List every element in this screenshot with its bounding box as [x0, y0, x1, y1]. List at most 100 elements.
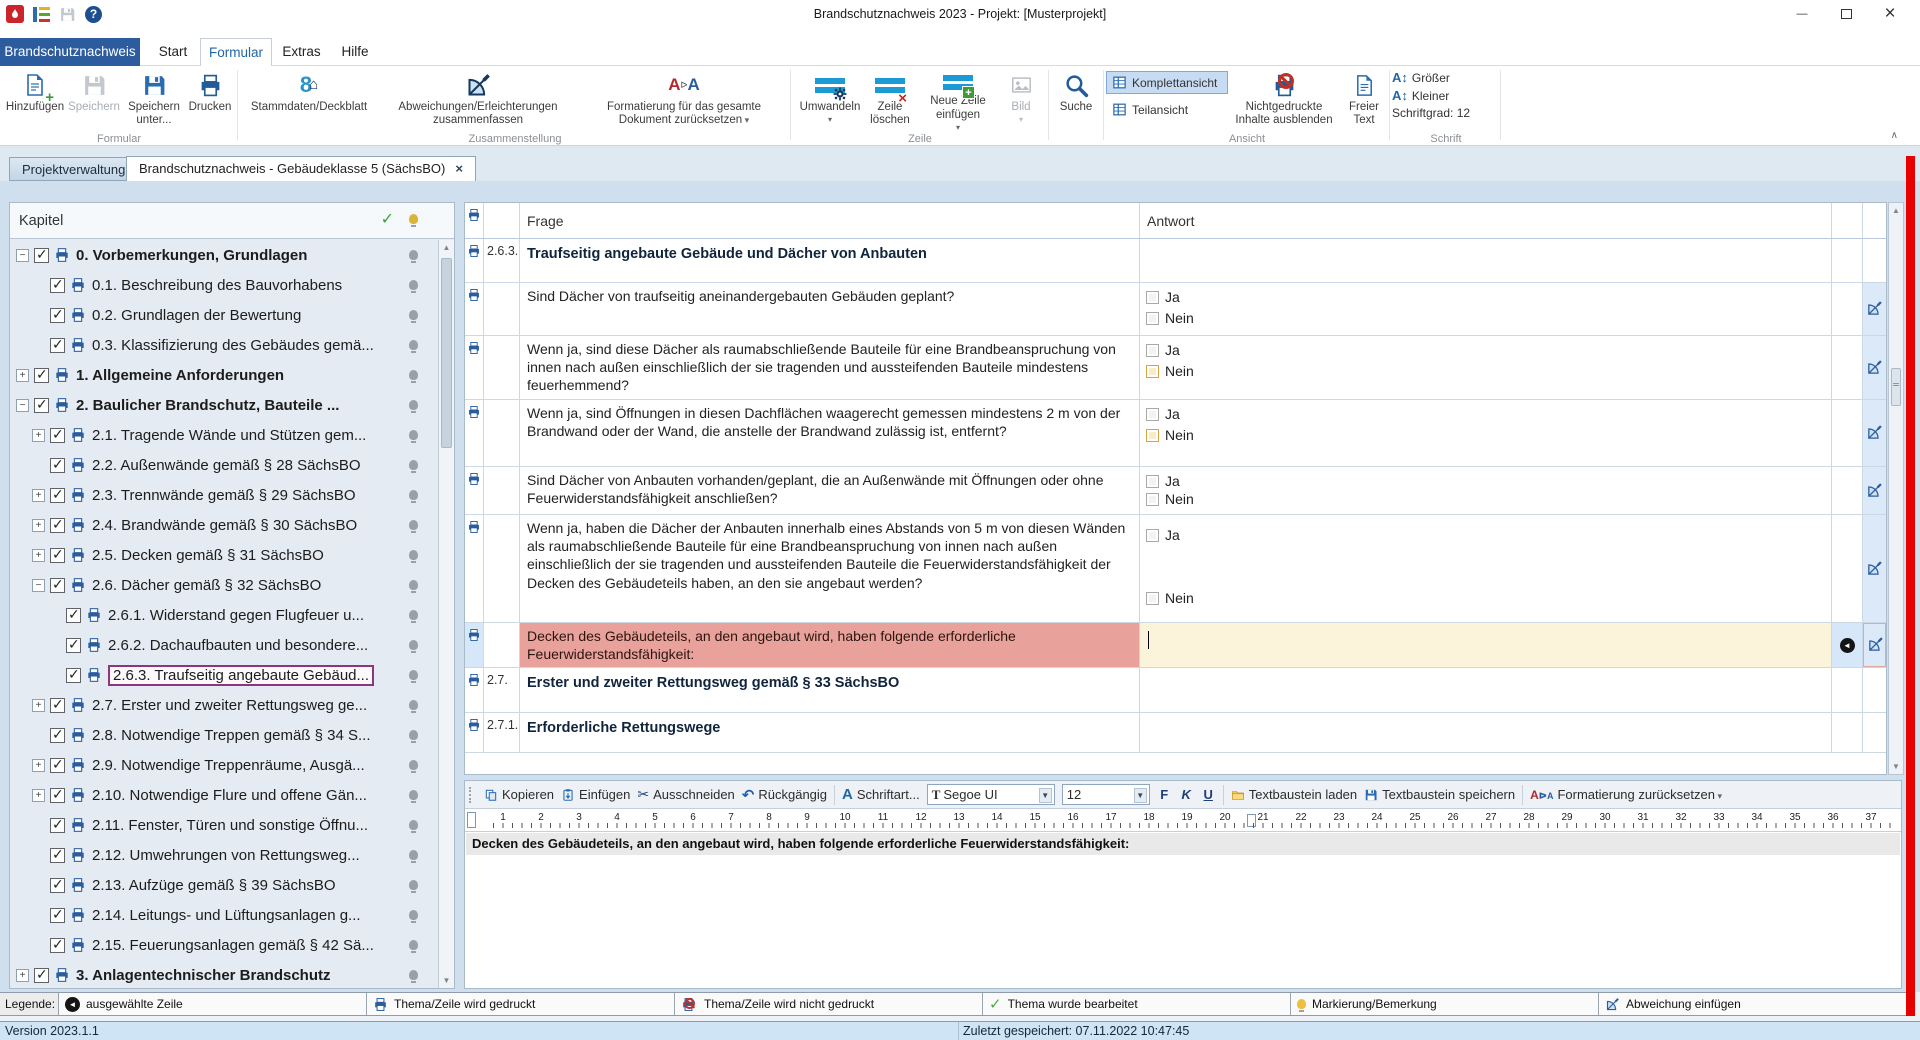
- tree-item[interactable]: 0.1. Beschreibung des Bauvorhabens: [10, 270, 438, 300]
- table-scrollbar[interactable]: [1888, 202, 1904, 775]
- abweichung-icon[interactable]: [1866, 300, 1883, 317]
- einfuegen-button[interactable]: Einfügen: [561, 787, 630, 802]
- tab-start[interactable]: Start: [148, 38, 198, 66]
- ja-checkbox[interactable]: [1146, 290, 1159, 304]
- abweichung-icon[interactable]: [1866, 359, 1883, 376]
- tree-checkbox[interactable]: [50, 816, 65, 833]
- nichtgedruckte-button[interactable]: Nichtgedruckte Inhalte ausblenden: [1228, 66, 1340, 132]
- tab-hilfe[interactable]: Hilfe: [331, 38, 379, 66]
- abweichung-icon[interactable]: [1866, 482, 1883, 499]
- tree-item-label[interactable]: 1. Allgemeine Anforderungen: [76, 367, 284, 384]
- tree-scrollbar[interactable]: [438, 240, 454, 988]
- ja-option[interactable]: Ja: [1146, 289, 1825, 305]
- nein-option[interactable]: Nein: [1146, 427, 1825, 443]
- rueckgaengig-button[interactable]: Rückgängig: [742, 786, 827, 804]
- tree-checkbox[interactable]: [50, 486, 65, 503]
- underline-button[interactable]: U: [1201, 787, 1216, 802]
- drucken-button[interactable]: Drucken: [186, 66, 234, 132]
- table-row-question[interactable]: Sind Dächer von Anbauten vorhanden/gepla…: [465, 467, 1886, 515]
- tree-checkbox[interactable]: [66, 666, 81, 683]
- expand-icon[interactable]: [32, 548, 45, 562]
- speichern-unter-button[interactable]: Speichern unter...: [122, 66, 186, 132]
- nein-checkbox[interactable]: [1146, 492, 1159, 506]
- format-reset-button[interactable]: Formatierung zurücksetzen: [1530, 787, 1722, 802]
- komplettansicht-button[interactable]: Komplettansicht: [1106, 71, 1228, 94]
- chapter-title[interactable]: Erster und zweiter Rettungsweg gemäß § 3…: [520, 668, 1140, 712]
- tree-checkbox[interactable]: [50, 726, 65, 743]
- textbaustein-speichern-button[interactable]: Textbaustein speichern: [1364, 787, 1515, 802]
- nein-option[interactable]: Nein: [1146, 590, 1825, 606]
- groesser-button[interactable]: Größer: [1392, 70, 1500, 85]
- tree-item-label[interactable]: 2.6.2. Dachaufbauten und besondere...: [108, 637, 368, 654]
- font-name-select[interactable]: Segoe UI: [926, 784, 1055, 805]
- dropdown-icon[interactable]: [1038, 788, 1052, 803]
- kleiner-button[interactable]: Kleiner: [1392, 88, 1500, 103]
- ja-checkbox[interactable]: [1146, 474, 1159, 488]
- suche-button[interactable]: Suche: [1051, 66, 1101, 132]
- ja-checkbox[interactable]: [1146, 343, 1159, 357]
- tree-checkbox[interactable]: [50, 426, 65, 443]
- tree-item-label[interactable]: 2.7. Erster und zweiter Rettungsweg ge..…: [92, 697, 367, 714]
- tree-checkbox[interactable]: [50, 786, 65, 803]
- tree-item-label[interactable]: 3. Anlagentechnischer Brandschutz: [76, 967, 331, 984]
- close-tab-icon[interactable]: [455, 157, 463, 181]
- tree-item[interactable]: 0.2. Grundlagen der Bewertung: [10, 300, 438, 330]
- tree-item-label[interactable]: 2.1. Tragende Wände und Stützen gem...: [92, 427, 366, 444]
- left-indent-marker[interactable]: [467, 812, 476, 828]
- nein-option[interactable]: Nein: [1146, 310, 1825, 326]
- tree-item-label[interactable]: 2.5. Decken gemäß § 31 SächsBO: [92, 547, 324, 564]
- tree-item[interactable]: 0.3. Klassifizierung des Gebäudes gemä..…: [10, 330, 438, 360]
- tree-checkbox[interactable]: [34, 246, 49, 263]
- scroll-up-icon[interactable]: [1889, 203, 1903, 218]
- tree-item[interactable]: 2.8. Notwendige Treppen gemäß § 34 S...: [10, 720, 438, 750]
- tree-checkbox[interactable]: [50, 696, 65, 713]
- minimize-button[interactable]: [1780, 0, 1824, 28]
- ja-checkbox[interactable]: [1146, 407, 1159, 421]
- italic-button[interactable]: K: [1179, 787, 1194, 802]
- tree-item[interactable]: 1. Allgemeine Anforderungen: [10, 360, 438, 390]
- teilansicht-button[interactable]: Teilansicht: [1106, 98, 1228, 121]
- freier-text-button[interactable]: Freier Text: [1340, 66, 1388, 132]
- ja-option[interactable]: Ja: [1146, 342, 1825, 358]
- tree-checkbox[interactable]: [50, 756, 65, 773]
- tree-checkbox[interactable]: [50, 936, 65, 953]
- tree-item-label[interactable]: 2.3. Trennwände gemäß § 29 SächsBO: [92, 487, 356, 504]
- tab-projektverwaltung[interactable]: Projektverwaltung: [9, 157, 139, 181]
- table-row-chapter[interactable]: 2.6.3. Traufseitig angebaute Gebäude und…: [465, 239, 1886, 283]
- hinzufuegen-button[interactable]: + Hinzufügen: [4, 66, 66, 132]
- tree-checkbox[interactable]: [34, 396, 49, 413]
- tree-item-label[interactable]: 2.15. Feuerungsanlagen gemäß § 42 Sä...: [92, 937, 374, 954]
- table-row-question[interactable]: Sind Dächer von traufseitig aneinanderge…: [465, 283, 1886, 336]
- table-row-question[interactable]: Wenn ja, sind diese Dächer als raumabsch…: [465, 336, 1886, 400]
- tree-item-label[interactable]: 2.2. Außenwände gemäß § 28 SächsBO: [92, 457, 361, 474]
- tree-item-selected[interactable]: 2.6.3. Traufseitig angebaute Gebäud...: [10, 660, 438, 690]
- tree-item-label[interactable]: 2.4. Brandwände gemäß § 30 SächsBO: [92, 517, 357, 534]
- tree-item-label[interactable]: 2.6.1. Widerstand gegen Flugfeuer u...: [108, 607, 364, 624]
- expand-icon[interactable]: [32, 758, 45, 772]
- tree-item[interactable]: 2.13. Aufzüge gemäß § 39 SächsBO: [10, 870, 438, 900]
- tree-checkbox[interactable]: [50, 846, 65, 863]
- expand-icon[interactable]: [32, 488, 45, 502]
- tree-item[interactable]: 2.4. Brandwände gemäß § 30 SächsBO: [10, 510, 438, 540]
- collapse-icon[interactable]: [16, 398, 29, 412]
- tree-item-label[interactable]: 2.11. Fenster, Türen und sonstige Öffnu.…: [92, 817, 368, 834]
- maximize-button[interactable]: [1824, 0, 1868, 28]
- expand-icon[interactable]: [32, 698, 45, 712]
- font-size-select[interactable]: 12: [1061, 784, 1150, 805]
- neue-zeile-button[interactable]: Neue Zeile einfügen: [917, 66, 999, 132]
- tree-item[interactable]: 2.10. Notwendige Flure und offene Gän...: [10, 780, 438, 810]
- table-row-chapter[interactable]: 2.7.1. Erforderliche Rettungswege: [465, 713, 1886, 753]
- ausschneiden-button[interactable]: Ausschneiden: [637, 786, 735, 803]
- stammdaten-button[interactable]: Stammdaten/Deckblatt: [246, 66, 372, 132]
- tree-checkbox[interactable]: [50, 546, 65, 563]
- tree-item[interactable]: 0. Vorbemerkungen, Grundlagen: [10, 240, 438, 270]
- dropdown-icon[interactable]: [1133, 788, 1147, 803]
- editor-text[interactable]: Decken des Gebäudeteils, an den angebaut…: [466, 833, 1900, 855]
- tab-brandschutznachweis[interactable]: Brandschutznachweis - Gebäudeklasse 5 (S…: [126, 156, 476, 181]
- app-menu-button[interactable]: Brandschutznachweis: [0, 38, 140, 66]
- schriftart-button[interactable]: Schriftart...: [842, 786, 920, 803]
- tree-item-label[interactable]: 0.2. Grundlagen der Bewertung: [92, 307, 301, 324]
- formatierung-reset-button[interactable]: AᐅA Formatierung für das gesamte Dokumen…: [584, 66, 784, 132]
- tree-checkbox[interactable]: [34, 366, 49, 383]
- nein-option[interactable]: Nein: [1146, 363, 1825, 379]
